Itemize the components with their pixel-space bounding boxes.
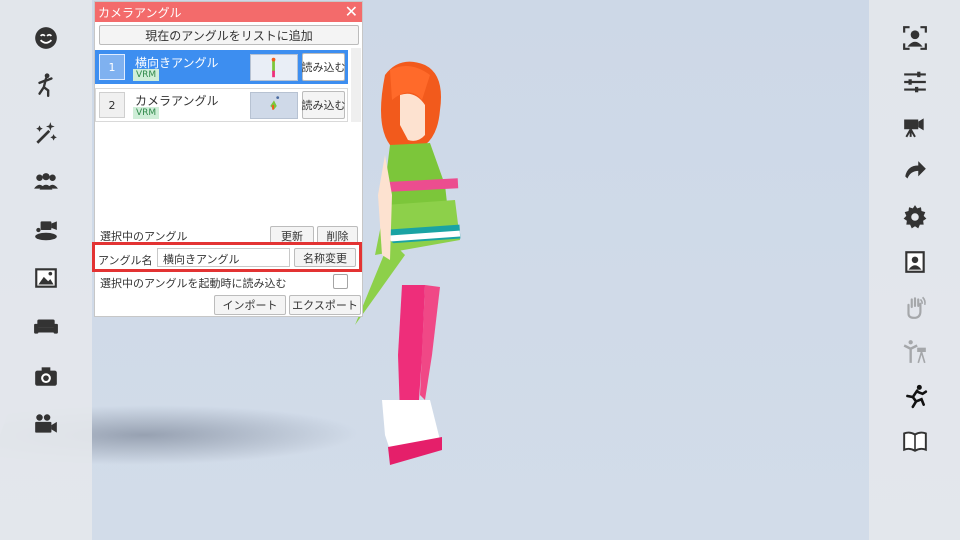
magic-wand-icon[interactable] xyxy=(26,113,66,153)
angle-thumbnail xyxy=(250,54,298,81)
item-index: 1 xyxy=(99,54,125,80)
camera-angle-panel: カメラアングル ✕ 現在のアングルをリストに追加 1 横向きアングル VRM 読… xyxy=(92,1,363,317)
add-angle-button[interactable]: 現在のアングルをリストに追加 xyxy=(99,25,359,45)
angle-name-label: アングル名 xyxy=(98,254,153,267)
right-toolbar xyxy=(869,0,960,540)
tripod-person-icon[interactable] xyxy=(895,332,935,372)
camera-icon[interactable] xyxy=(26,356,66,396)
portrait-icon[interactable] xyxy=(895,18,935,58)
angle-name-input[interactable]: 横向きアングル xyxy=(157,248,290,267)
book-icon[interactable] xyxy=(895,421,935,461)
face-icon[interactable] xyxy=(26,18,66,58)
pose-icon[interactable] xyxy=(26,65,66,105)
sofa-icon[interactable] xyxy=(26,306,66,346)
angle-thumbnail xyxy=(250,92,298,119)
item-tag: VRM xyxy=(133,69,160,81)
rename-button[interactable]: 名称変更 xyxy=(294,248,356,267)
list-item[interactable]: 1 横向きアングル VRM 読み込む xyxy=(95,50,348,84)
load-on-startup-checkbox[interactable] xyxy=(333,274,348,289)
export-button[interactable]: エクスポート xyxy=(289,295,361,315)
running-icon[interactable] xyxy=(895,376,935,416)
load-button[interactable]: 読み込む xyxy=(302,53,346,81)
sliders-icon[interactable] xyxy=(895,62,935,102)
angle-name-row: アングル名 横向きアングル 名称変更 xyxy=(92,242,362,272)
video-camera-icon[interactable] xyxy=(895,106,935,146)
angle-list: 1 横向きアングル VRM 読み込む 2 カメラアングル VRM 読み込む xyxy=(95,48,349,124)
camera-stage-icon[interactable] xyxy=(26,210,66,250)
panel-header: カメラアングル ✕ xyxy=(95,2,362,22)
load-on-startup-label: 選択中のアングルを起動時に読み込む xyxy=(100,277,287,290)
left-toolbar xyxy=(0,0,92,540)
load-button[interactable]: 読み込む xyxy=(302,91,346,119)
image-icon[interactable] xyxy=(26,258,66,298)
panel-title: カメラアングル xyxy=(98,6,182,20)
list-scrollbar[interactable] xyxy=(351,48,361,122)
close-icon[interactable]: ✕ xyxy=(345,3,358,21)
redo-icon[interactable] xyxy=(895,152,935,192)
gear-icon[interactable] xyxy=(895,197,935,237)
video-camera-icon[interactable] xyxy=(26,404,66,444)
item-index: 2 xyxy=(99,92,125,118)
import-button[interactable]: インポート xyxy=(214,295,286,315)
picture-frame-icon[interactable] xyxy=(895,242,935,282)
item-tag: VRM xyxy=(133,107,160,119)
list-item[interactable]: 2 カメラアングル VRM 読み込む xyxy=(95,88,348,122)
hand-wave-icon[interactable] xyxy=(895,287,935,327)
group-icon[interactable] xyxy=(26,161,66,201)
